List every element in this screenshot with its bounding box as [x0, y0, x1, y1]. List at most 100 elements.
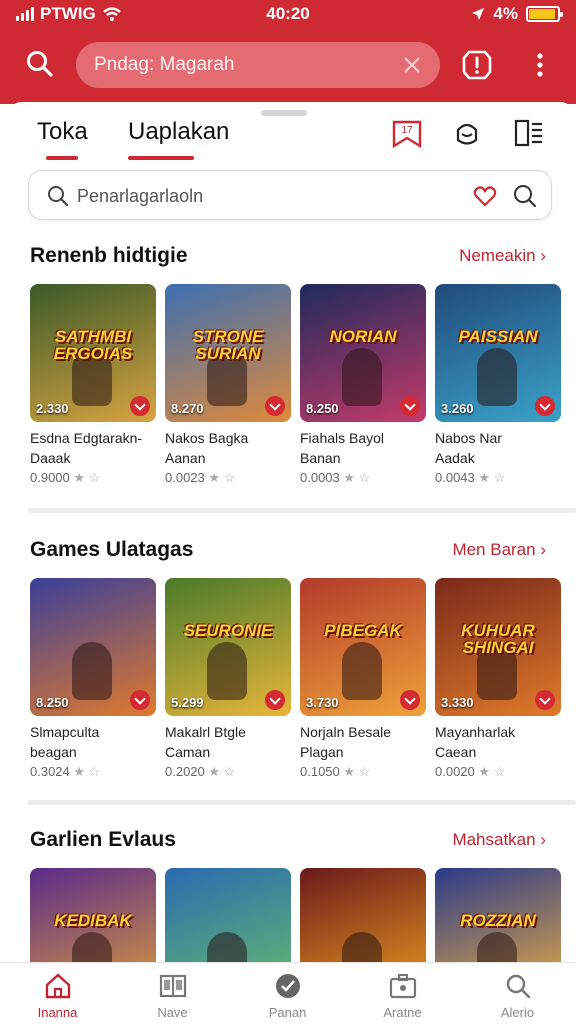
rating-stars-icon: ★ ☆ [343, 470, 371, 485]
game-name: Nakos Bagka [165, 430, 249, 446]
download-badge-icon[interactable] [265, 396, 285, 416]
game-rating-value: 0.0023 [165, 470, 205, 485]
thumbnail-art-title: PIBEGAK [324, 621, 402, 640]
nav-item-alerio[interactable]: Alerio [460, 963, 575, 1024]
game-price: 8.270 [171, 401, 204, 416]
book-icon [159, 974, 187, 998]
rating-stars-icon: ★ ☆ [73, 470, 101, 485]
search-icon [506, 974, 531, 999]
rating-stars-icon: ★ ☆ [208, 764, 236, 779]
location-arrow-icon [472, 8, 485, 20]
header-search-field[interactable]: Pndag: Magarah [76, 42, 440, 88]
drag-handle[interactable] [261, 110, 307, 116]
nav-label: Panan [268, 1005, 307, 1020]
section-divider [28, 800, 576, 805]
game-rating-value: 0.0003 [300, 470, 340, 485]
download-badge-icon[interactable] [535, 690, 555, 710]
tab-toka-indicator [46, 156, 78, 160]
download-badge-icon[interactable] [400, 690, 420, 710]
thumbnail-art-title: NORIAN [329, 327, 397, 346]
rating-stars-icon: ★ ☆ [73, 764, 101, 779]
search-field[interactable]: Penarlаgarlaoln [28, 170, 552, 220]
tab-uaplakan[interactable]: Uaplakan [128, 118, 229, 146]
tab-uaplakan-indicator [128, 156, 194, 160]
thumbnail-art-title: STRONE SURIAN [192, 327, 264, 363]
gift-icon[interactable] [450, 116, 484, 150]
download-badge-icon[interactable] [400, 396, 420, 416]
alert-icon[interactable] [460, 48, 494, 82]
search-placeholder: Penarlаgarlaoln [77, 186, 204, 206]
list-view-icon[interactable] [512, 116, 546, 150]
game-rating-value: 0.3024 [30, 764, 70, 779]
thumbnail-art-title: KUHUAR SHINGAI [461, 621, 535, 657]
badge-icon [276, 974, 300, 998]
heart-icon[interactable] [471, 182, 499, 210]
game-rating-value: 0.2020 [165, 764, 205, 779]
download-badge-icon[interactable] [130, 396, 150, 416]
see-more-link[interactable]: Mahsatkan › [452, 830, 546, 850]
clear-icon[interactable] [400, 53, 424, 77]
header-search-value: Pndag: Magarah [94, 54, 235, 75]
game-name: Slmapculta [30, 724, 100, 740]
game-thumbnail: NORIAN 8.250 [300, 284, 426, 422]
game-rating-value: 0.0020 [435, 764, 475, 779]
download-badge-icon[interactable] [265, 690, 285, 710]
game-price: 2.330 [36, 401, 69, 416]
game-subtitle: Banan [300, 450, 341, 466]
see-more-link[interactable]: Nemeakin › [459, 246, 546, 266]
game-rating-value: 0.0043 [435, 470, 475, 485]
search-icon [48, 186, 69, 207]
nav-item-panan[interactable]: Panan [230, 963, 345, 1024]
rating-stars-icon: ★ ☆ [343, 764, 371, 779]
nav-label: Aratne [383, 1005, 422, 1020]
game-price: 8.250 [306, 401, 339, 416]
game-name: Nabos Nar [435, 430, 502, 446]
svg-text:17: 17 [401, 125, 413, 136]
thumbnail-art-title: SEURONIE [183, 621, 273, 640]
game-subtitle: Plagan [300, 744, 344, 760]
nav-item-home[interactable]: Inanna [0, 963, 115, 1024]
search-icon[interactable] [24, 48, 56, 80]
game-thumbnail: PIBEGAK 3.730 [300, 578, 426, 716]
game-name: Norjaln Besale [300, 724, 392, 740]
game-price: 3.730 [306, 695, 339, 710]
game-price: 5.299 [171, 695, 204, 710]
game-thumbnail: KUHUAR SHINGAI 3.330 [435, 578, 561, 716]
game-thumbnail: SEURONIE 5.299 [165, 578, 291, 716]
game-name: Makalrl Btgle [165, 724, 246, 740]
game-thumbnail: STRONE SURIAN 8.270 [165, 284, 291, 422]
search-submit-icon[interactable] [511, 182, 539, 210]
game-price: 8.250 [36, 695, 69, 710]
game-subtitle: Daaak [30, 450, 71, 466]
bottom-navigation: Inanna Nave Panan Aratne Alerio [0, 962, 576, 1024]
more-vertical-icon[interactable] [530, 50, 550, 80]
game-price: 3.330 [441, 695, 474, 710]
download-badge-icon[interactable] [130, 690, 150, 710]
game-rating-value: 0.1050 [300, 764, 340, 779]
rating-stars-icon: ★ ☆ [478, 470, 506, 485]
status-bar: PTWIG 40:20 4% [0, 0, 576, 28]
game-thumbnail: SATHMBI ERGOIAS 2.330 [30, 284, 156, 422]
rating-stars-icon: ★ ☆ [478, 764, 506, 779]
nav-label: Nave [157, 1005, 188, 1020]
section-title: Renenb hidtigie [30, 244, 188, 267]
camera-icon [389, 974, 417, 999]
download-badge-icon[interactable] [535, 396, 555, 416]
bookmark-badge-icon[interactable]: 17 [390, 116, 424, 150]
tab-toka[interactable]: Toka [37, 118, 88, 146]
battery-icon [526, 6, 563, 22]
rating-stars-icon: ★ ☆ [208, 470, 236, 485]
nav-label: Inanna [37, 1005, 78, 1020]
top-bar: PTWIG 40:20 4% Pndag: Magarah [0, 0, 576, 104]
game-name: Mayanharlak [435, 724, 516, 740]
game-thumbnail: PAISSIAN 3.260 [435, 284, 561, 422]
section-divider [28, 508, 576, 513]
nav-item-nave[interactable]: Nave [115, 963, 230, 1024]
thumbnail-art-title: KEDIBAK [54, 911, 132, 930]
see-more-link[interactable]: Men Baran › [452, 540, 546, 560]
thumbnail-art-title: PAISSIAN [458, 327, 538, 346]
game-subtitle: Caman [165, 744, 211, 760]
nav-item-aratne[interactable]: Aratne [345, 963, 460, 1024]
game-thumbnail: 8.250 [30, 578, 156, 716]
game-subtitle: Aanan [165, 450, 206, 466]
